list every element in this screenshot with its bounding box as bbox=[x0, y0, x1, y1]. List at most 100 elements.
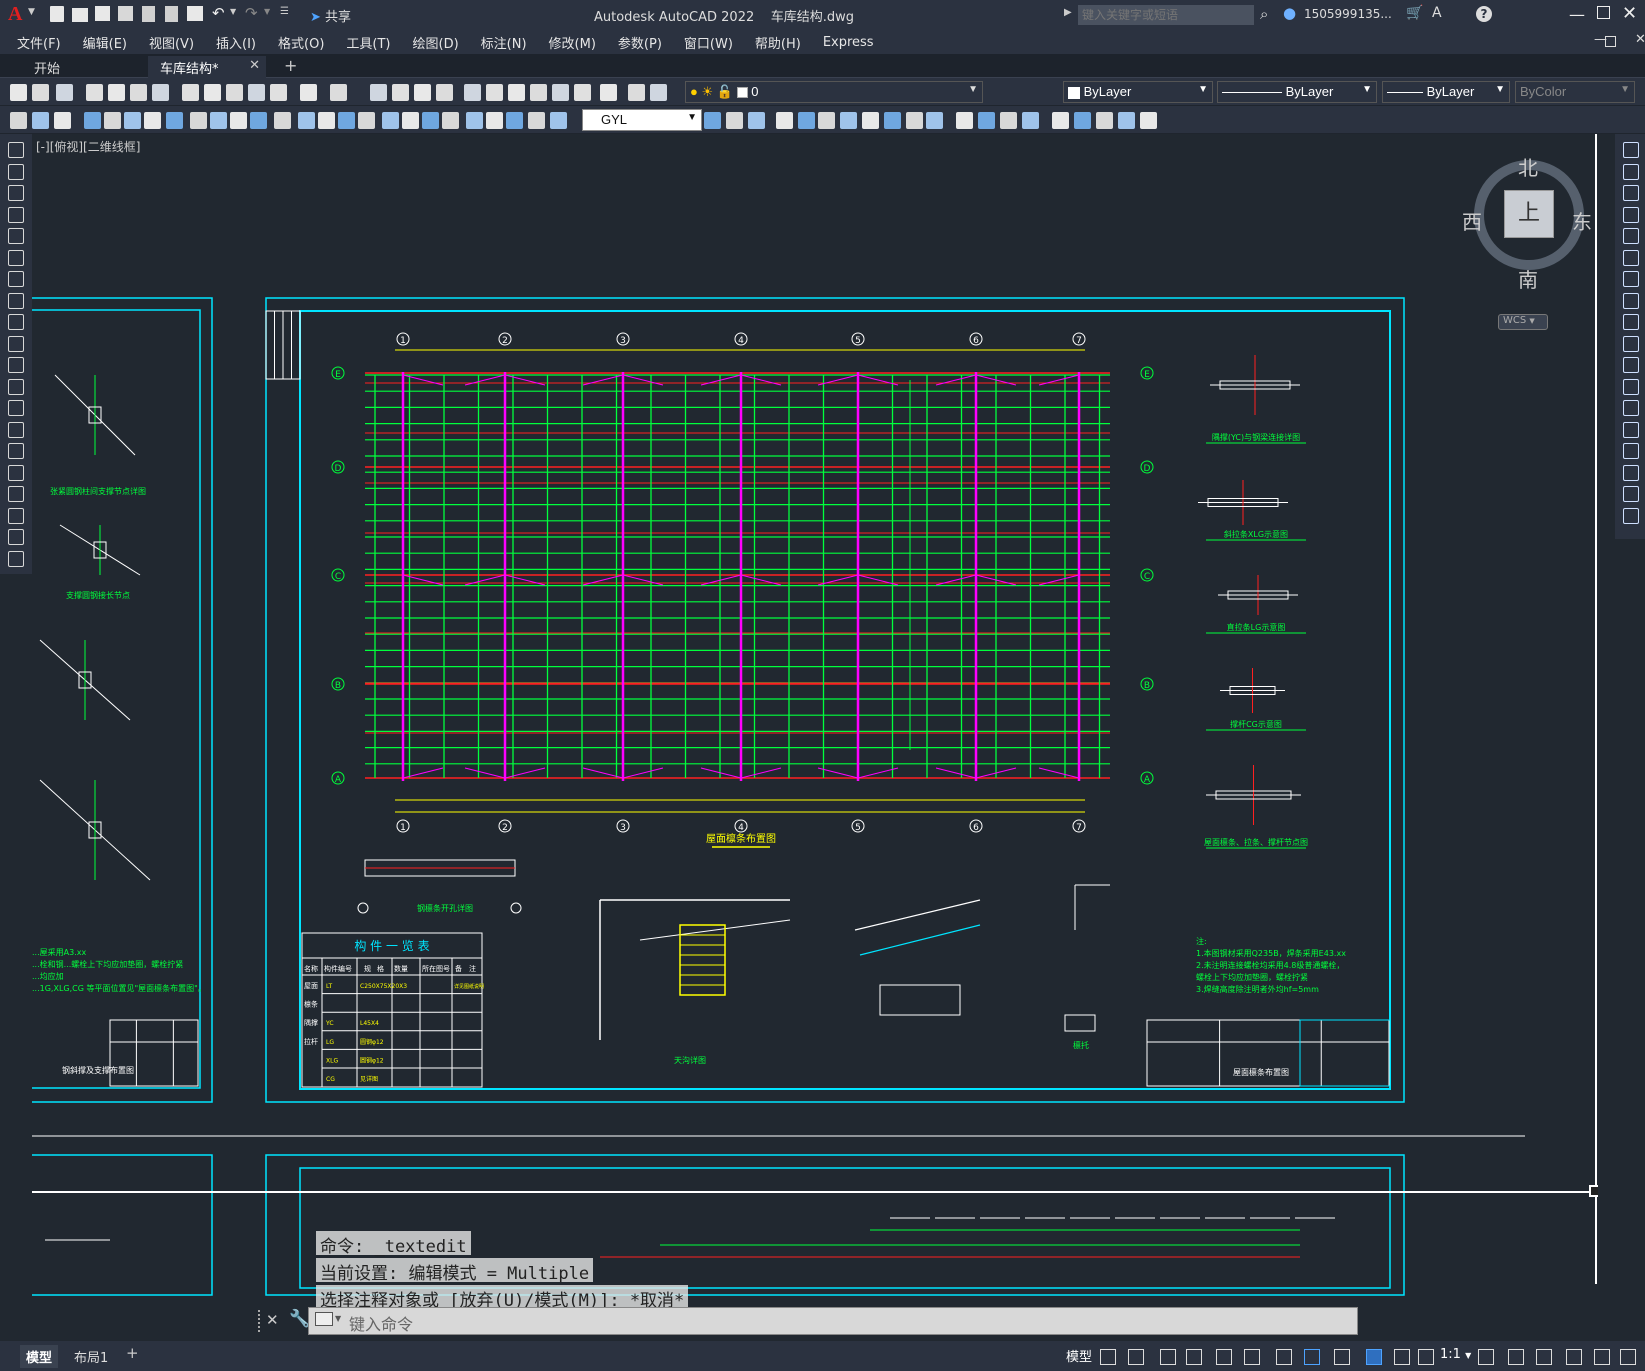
toolbar2-command-4-icon[interactable] bbox=[84, 112, 101, 129]
draw-tool-7-icon[interactable] bbox=[8, 271, 24, 287]
toolbar1-command-13-icon[interactable] bbox=[300, 84, 317, 101]
toolbar2-command-1-icon[interactable] bbox=[10, 112, 27, 129]
search-icon[interactable]: ⌕ bbox=[1260, 5, 1268, 23]
toolbar2-command-8-icon[interactable] bbox=[166, 112, 183, 129]
command-grip[interactable] bbox=[258, 1310, 262, 1332]
status-toggle-9-icon[interactable] bbox=[1334, 1349, 1350, 1365]
drawing-canvas[interactable]: [-][俯视][二维线框] 1 1 2 2 3 3 4 4 5 5 6 6 7 7 E E D D C C B B A A 屋面… bbox=[32, 134, 1598, 1341]
toolbar2-command-35-icon[interactable] bbox=[862, 112, 879, 129]
status-toggle-3-icon[interactable] bbox=[1160, 1349, 1176, 1365]
draw-tool-16-icon[interactable] bbox=[8, 464, 24, 481]
toolbar2-command-17-icon[interactable] bbox=[358, 112, 375, 129]
app-logo[interactable]: A bbox=[8, 3, 22, 26]
toolbar2-command-20-icon[interactable] bbox=[422, 112, 439, 129]
toolbar2-command-45-icon[interactable] bbox=[1096, 112, 1113, 129]
toolbar2-command-14-icon[interactable] bbox=[298, 112, 315, 129]
status-toggle-15-icon[interactable] bbox=[1536, 1349, 1552, 1365]
close-button[interactable]: ✕ bbox=[1622, 3, 1637, 24]
modify-tool-6-icon[interactable] bbox=[1623, 249, 1639, 266]
draw-tool-3-icon[interactable] bbox=[8, 185, 24, 201]
new-tab-button[interactable]: + bbox=[284, 56, 297, 75]
toolbar2-command-43-icon[interactable] bbox=[1052, 112, 1069, 129]
customize-qat-icon[interactable]: ☰ bbox=[280, 6, 289, 17]
draw-tool-5-icon[interactable] bbox=[8, 228, 24, 244]
viewcube-face-top[interactable]: 上 bbox=[1504, 190, 1554, 238]
toolbar1-command-18-icon[interactable] bbox=[436, 84, 453, 101]
compass-west[interactable]: 西 bbox=[1462, 206, 1482, 235]
scrollbar-corner[interactable] bbox=[1589, 1185, 1598, 1197]
linetype-combo[interactable]: ByLayer ▼ bbox=[1217, 81, 1377, 103]
add-layout-button[interactable]: + bbox=[126, 1344, 139, 1362]
toolbar2-command-6-icon[interactable] bbox=[124, 112, 141, 129]
draw-tool-18-icon[interactable] bbox=[8, 507, 24, 524]
toolbar2-command-13-icon[interactable] bbox=[274, 112, 291, 129]
tab-drawing[interactable]: 车库结构* ✕ bbox=[148, 56, 266, 78]
toolbar2-command-32-icon[interactable] bbox=[798, 112, 815, 129]
toolbar1-command-25-icon[interactable] bbox=[600, 84, 617, 101]
draw-tool-6-icon[interactable] bbox=[8, 249, 24, 266]
toolbar2-command-7-icon[interactable] bbox=[144, 112, 161, 129]
redo-dropdown-icon[interactable]: ▼ bbox=[264, 7, 270, 16]
share-button[interactable]: ➤ 共享 bbox=[310, 6, 351, 25]
tab-close-icon[interactable]: ✕ bbox=[249, 58, 260, 73]
save-as-icon[interactable] bbox=[118, 6, 133, 21]
menu-modify[interactable]: 修改(M) bbox=[538, 33, 607, 52]
annotation-scale[interactable]: 1:1 ▼ bbox=[1440, 1347, 1471, 1362]
command-recent-dropdown-icon[interactable]: ▼ bbox=[335, 1314, 341, 1323]
toolbar1-command-24-icon[interactable] bbox=[574, 84, 591, 101]
status-toggle-4-icon[interactable] bbox=[1186, 1349, 1202, 1365]
toolbar2-command-11-icon[interactable] bbox=[230, 112, 247, 129]
status-toggle-2-icon[interactable] bbox=[1128, 1349, 1144, 1365]
toolbar1-command-2-icon[interactable] bbox=[32, 84, 49, 101]
color-combo[interactable]: ByLayer ▼ bbox=[1063, 81, 1213, 103]
open-icon[interactable] bbox=[72, 8, 88, 22]
draw-tool-20-icon[interactable] bbox=[8, 550, 24, 567]
menu-insert[interactable]: 插入(I) bbox=[205, 33, 267, 52]
toolbar2-command-18-icon[interactable] bbox=[382, 112, 399, 129]
toolbar1-command-19-icon[interactable] bbox=[464, 84, 481, 101]
toolbar1-command-22-icon[interactable] bbox=[530, 84, 547, 101]
redo-icon[interactable]: ↷ bbox=[245, 4, 258, 22]
toolbar2-command-29-icon[interactable] bbox=[726, 112, 743, 129]
toolbar2-command-44-icon[interactable] bbox=[1074, 112, 1091, 129]
cart-icon[interactable]: 🛒 bbox=[1406, 5, 1423, 21]
toolbar2-command-3-icon[interactable] bbox=[54, 112, 71, 129]
toolbar1-command-3-icon[interactable] bbox=[56, 84, 73, 101]
toolbar1-command-26-icon[interactable] bbox=[628, 84, 645, 101]
status-toggle-7-icon[interactable] bbox=[1276, 1349, 1292, 1365]
maximize-button[interactable] bbox=[1597, 6, 1610, 19]
plotstyle-combo[interactable]: ByColor ▼ bbox=[1515, 81, 1635, 103]
toolbar2-command-25-icon[interactable] bbox=[528, 112, 545, 129]
toolbar2-command-16-icon[interactable] bbox=[338, 112, 355, 129]
toolbar1-command-4-icon[interactable] bbox=[86, 84, 103, 101]
toolbar1-command-21-icon[interactable] bbox=[508, 84, 525, 101]
wcs-menu[interactable]: WCS ▼ bbox=[1498, 314, 1548, 330]
toolbar2-command-28-icon[interactable] bbox=[704, 112, 721, 129]
viewcube[interactable]: 上 北 南 东 西 WCS ▼ bbox=[1462, 146, 1598, 330]
toolbar2-command-21-icon[interactable] bbox=[442, 112, 459, 129]
draw-tool-13-icon[interactable] bbox=[8, 400, 24, 416]
menu-window[interactable]: 窗口(W) bbox=[673, 33, 744, 52]
draw-tool-17-icon[interactable] bbox=[8, 486, 24, 502]
modify-tool-3-icon[interactable] bbox=[1623, 185, 1639, 201]
lineweight-combo[interactable]: ByLayer ▼ bbox=[1382, 81, 1510, 103]
toolbar1-command-17-icon[interactable] bbox=[414, 84, 431, 101]
compass-north[interactable]: 北 bbox=[1518, 152, 1538, 181]
menu-help[interactable]: 帮助(H) bbox=[744, 33, 812, 52]
toolbar2-command-2-icon[interactable] bbox=[32, 112, 49, 129]
toolbar1-command-7-icon[interactable] bbox=[152, 84, 169, 101]
doc-restore-button[interactable] bbox=[1605, 36, 1616, 47]
modify-tool-1-icon[interactable] bbox=[1623, 142, 1639, 158]
modify-tool-15-icon[interactable] bbox=[1623, 443, 1639, 459]
menu-format[interactable]: 格式(O) bbox=[267, 33, 335, 52]
menu-tools[interactable]: 工具(T) bbox=[335, 33, 401, 52]
undo-icon[interactable]: ↶ bbox=[212, 4, 225, 22]
open-web-icon[interactable] bbox=[142, 6, 155, 22]
command-input[interactable]: ▼ 键入命令 bbox=[308, 1307, 1358, 1335]
toolbar1-command-5-icon[interactable] bbox=[108, 84, 125, 101]
toolbar1-command-1-icon[interactable] bbox=[10, 84, 27, 101]
status-toggle-11-icon[interactable] bbox=[1394, 1349, 1410, 1365]
modify-tool-2-icon[interactable] bbox=[1623, 163, 1639, 180]
toolbar1-command-23-icon[interactable] bbox=[552, 84, 569, 101]
status-toggle-6-icon[interactable] bbox=[1244, 1349, 1260, 1365]
